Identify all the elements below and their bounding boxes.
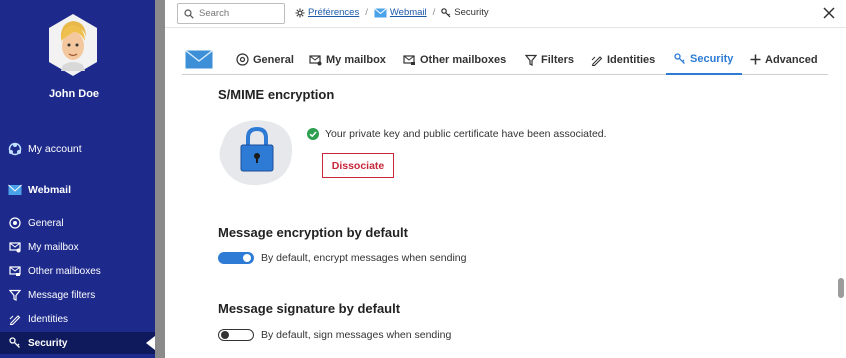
sidebar-item-webmail[interactable]: Webmail <box>0 179 155 201</box>
tab-label: My mailbox <box>326 53 386 66</box>
filter-icon <box>525 54 537 66</box>
signature-toggle-label: By default, sign messages when sending <box>261 329 452 341</box>
sidebar-item-general[interactable]: General <box>0 212 155 234</box>
account-icon <box>8 142 22 156</box>
tab-other-mailboxes[interactable]: Other mailboxes <box>403 44 506 75</box>
tab-label: Other mailboxes <box>420 53 507 66</box>
sidebar-divider <box>155 0 165 358</box>
topbar: Préférences / Webmail / Security <box>165 0 846 28</box>
signature-toggle-row: By default, sign messages when sending <box>218 329 451 341</box>
signature-title: Message signature by default <box>218 301 401 316</box>
tab-label: Security <box>690 52 734 65</box>
sidebar-item-label: General <box>28 217 64 229</box>
tab-label: Advanced <box>765 53 818 66</box>
general-icon <box>236 53 249 66</box>
tab-general[interactable]: General <box>236 44 294 75</box>
app-root: John Doe My account Webmail General My m… <box>0 0 846 358</box>
general-icon <box>8 216 22 230</box>
tab-advanced[interactable]: Advanced <box>750 44 818 75</box>
sidebar-item-label: Identities <box>28 313 69 325</box>
sidebar-item-label: Security <box>28 337 68 349</box>
dissociate-button[interactable]: Dissociate <box>322 153 394 178</box>
signature-toggle[interactable] <box>218 329 254 341</box>
mail-icon <box>8 183 22 197</box>
sidebar-item-label: My account <box>28 143 82 155</box>
breadcrumb: Préférences / Webmail / Security <box>295 7 489 18</box>
close-icon[interactable] <box>822 6 836 20</box>
encryption-toggle[interactable] <box>218 252 254 264</box>
sidebar-item-label: My mailbox <box>28 241 79 253</box>
tab-security[interactable]: Security <box>666 44 742 75</box>
encryption-toggle-row: By default, encrypt messages when sendin… <box>218 252 466 264</box>
check-circle-icon <box>307 128 319 140</box>
webmail-logo-icon <box>185 49 213 74</box>
pen-icon <box>591 54 603 66</box>
key-icon <box>674 52 686 65</box>
filter-icon <box>8 288 22 302</box>
smime-status: Your private key and public certificate … <box>307 128 607 140</box>
tab-label: Filters <box>541 53 575 66</box>
tab-label: Identities <box>607 53 656 66</box>
search-input[interactable] <box>199 8 279 19</box>
sidebar-item-my-account[interactable]: My account <box>0 138 155 160</box>
breadcrumb-separator: / <box>432 7 436 18</box>
mailbox-icon <box>8 240 22 254</box>
breadcrumb-preferences[interactable]: Préférences <box>308 7 359 18</box>
preferences-icon <box>295 8 305 18</box>
plus-icon <box>750 54 761 65</box>
key-icon <box>8 336 22 350</box>
sidebar-item-label: Webmail <box>28 184 71 196</box>
sidebar-item-other-mailboxes[interactable]: Other mailboxes <box>0 260 155 282</box>
search-box[interactable] <box>177 3 285 24</box>
sidebar-item-label: Other mailboxes <box>28 265 101 277</box>
sidebar-item-label: Message filters <box>28 289 96 301</box>
lock-illustration <box>219 118 294 186</box>
search-icon <box>184 8 194 19</box>
sidebar-item-security[interactable]: Security <box>0 332 155 354</box>
smime-status-text: Your private key and public certificate … <box>325 128 607 140</box>
tab-bar: General My mailbox Other mailboxes Filte… <box>182 44 828 75</box>
other-mailboxes-icon <box>403 54 416 66</box>
sidebar-item-identities[interactable]: Identities <box>0 308 155 330</box>
key-icon <box>441 7 451 18</box>
avatar[interactable] <box>48 13 98 77</box>
mail-icon <box>374 7 387 18</box>
breadcrumb-separator: / <box>365 7 368 18</box>
sidebar: John Doe My account Webmail General My m… <box>0 0 155 358</box>
smime-title: S/MIME encryption <box>218 87 335 102</box>
encryption-title: Message encryption by default <box>218 225 408 240</box>
encryption-toggle-label: By default, encrypt messages when sendin… <box>261 252 467 264</box>
tab-filters[interactable]: Filters <box>525 44 574 75</box>
scrollbar-thumb[interactable] <box>838 278 844 298</box>
breadcrumb-webmail[interactable]: Webmail <box>390 7 427 18</box>
user-name: John Doe <box>48 88 100 100</box>
other-mailboxes-icon <box>8 264 22 278</box>
breadcrumb-current: Security <box>454 7 489 18</box>
sidebar-item-my-mailbox[interactable]: My mailbox <box>0 236 155 258</box>
tab-my-mailbox[interactable]: My mailbox <box>309 44 386 75</box>
sidebar-item-message-filters[interactable]: Message filters <box>0 284 155 306</box>
mailbox-icon <box>309 54 322 66</box>
active-indicator <box>146 336 155 350</box>
pen-icon <box>8 312 22 326</box>
tab-identities[interactable]: Identities <box>591 44 655 75</box>
tab-label: General <box>253 53 294 66</box>
